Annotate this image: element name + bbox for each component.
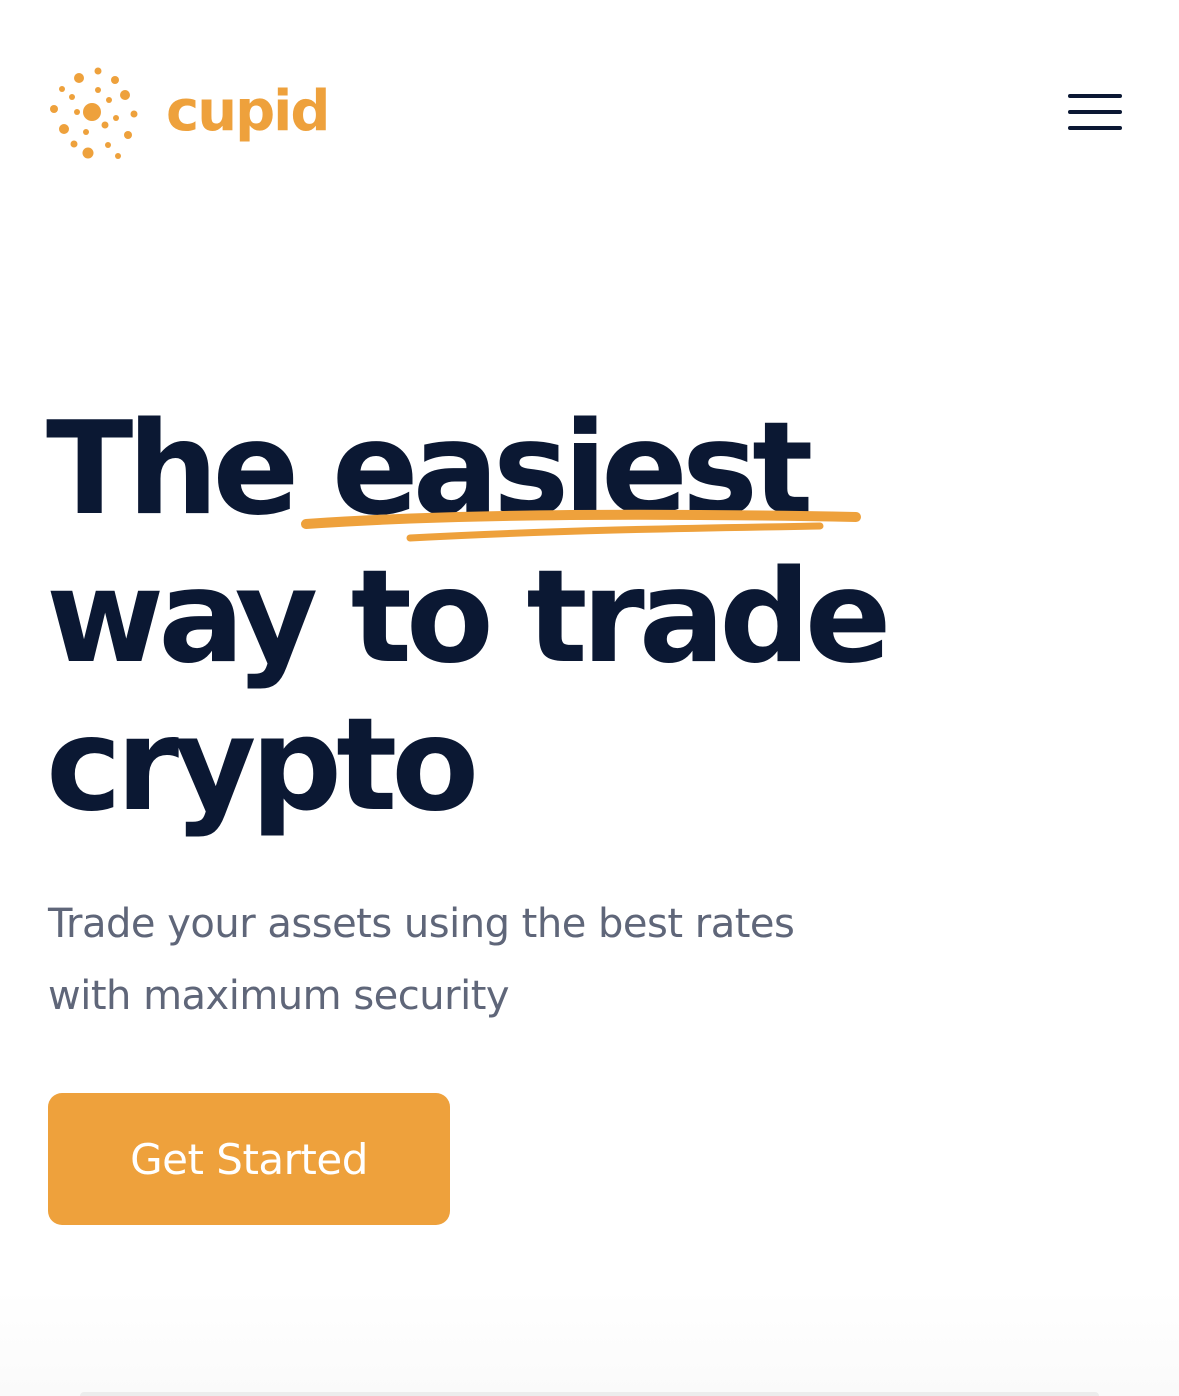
brush-underline-decoration [300, 509, 861, 542]
hero-title-line-3: crypto [46, 691, 479, 840]
hero-subtitle: Trade your assets using the best rates w… [48, 901, 795, 1019]
brand-logo-link[interactable]: cupid [48, 64, 330, 160]
hero-title-line-2: way to trade [46, 543, 892, 692]
next-section-card-edge [0, 1290, 1179, 1396]
hero-title: The easiest way to trade crypto [46, 396, 1106, 840]
hero-title-highlight: easiest [300, 396, 861, 544]
hero-title-prefix: The [46, 395, 332, 544]
dotted-circle-logo-icon [50, 67, 138, 159]
get-started-button[interactable]: Get Started [48, 1093, 450, 1225]
brand-name: cupid [166, 79, 330, 144]
hero-title-line-1: The easiest [46, 396, 1106, 544]
card-top-edge [80, 1392, 1099, 1396]
site-header: cupid [0, 0, 1179, 200]
hamburger-menu-button[interactable] [1060, 86, 1130, 138]
